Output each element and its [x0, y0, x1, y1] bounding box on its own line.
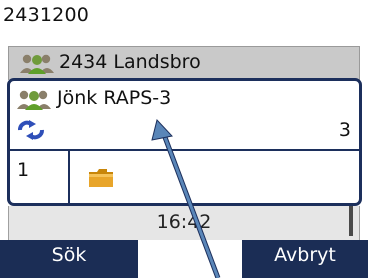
group-users-icon: [16, 89, 52, 115]
slot-number: 1: [17, 159, 30, 181]
slot-divider: [68, 151, 70, 203]
list-item-label: 2434 Landsbro: [59, 51, 201, 73]
refresh-loop-icon: [16, 119, 46, 145]
group-users-icon: [19, 53, 55, 79]
phone-screen: 2431200 2434 Landsbro Jönk RAPS-3 3 1 16…: [0, 0, 368, 278]
softkey-bar: Sök Avbryt: [0, 240, 368, 278]
selected-item-name: Jönk RAPS-3: [57, 87, 172, 109]
header-number: 2431200: [3, 4, 90, 26]
scroll-indicator: [349, 206, 353, 236]
search-softkey[interactable]: Sök: [0, 240, 138, 278]
card-divider: [10, 149, 359, 151]
cancel-softkey[interactable]: Avbryt: [242, 240, 368, 278]
selected-list-item[interactable]: Jönk RAPS-3 3 1: [7, 78, 362, 206]
empty-softkey[interactable]: [138, 240, 242, 278]
member-count: 3: [338, 119, 351, 141]
list-item-landsbro[interactable]: 2434 Landsbro: [8, 46, 360, 80]
status-strip: 16:42: [8, 206, 360, 240]
folder-icon: [88, 168, 114, 192]
clock: 16:42: [156, 211, 212, 233]
